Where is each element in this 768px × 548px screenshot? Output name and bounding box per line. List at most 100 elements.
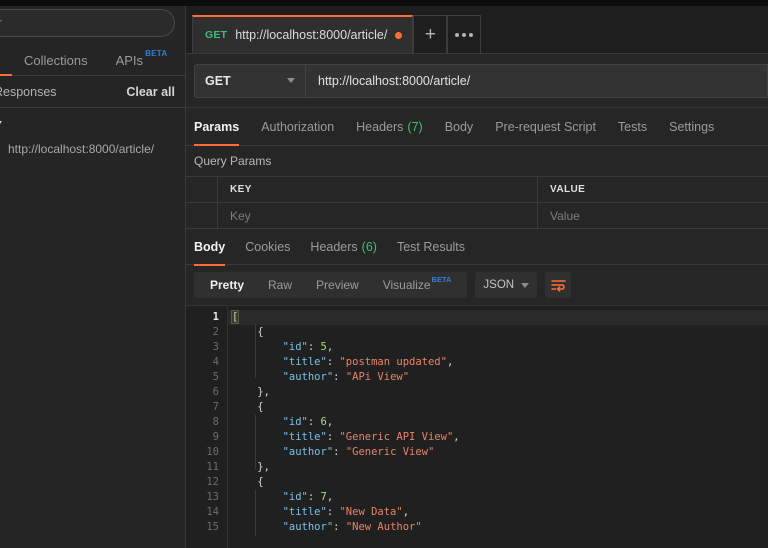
- code-token-punct: {: [232, 401, 264, 413]
- line-number: 5: [212, 371, 219, 383]
- tab-headers[interactable]: Headers (7): [356, 108, 423, 146]
- line-number: 8: [212, 416, 219, 428]
- param-value-input[interactable]: Value: [538, 203, 768, 228]
- code-line[interactable]: },: [228, 385, 768, 400]
- param-key-input[interactable]: Key: [218, 203, 538, 228]
- code-line[interactable]: "title": "Generic API View",: [228, 430, 768, 445]
- clear-all-button[interactable]: Clear all: [126, 85, 175, 99]
- main-panel: GET http://localhost:8000/article/ + GET…: [186, 0, 768, 548]
- http-method-value: GET: [205, 73, 231, 88]
- row-checkbox[interactable]: [186, 203, 218, 228]
- response-tab-test-results[interactable]: Test Results: [397, 228, 465, 266]
- query-params-table: KEY VALUE Key Value: [186, 176, 768, 229]
- code-token-str: "Generic API View": [339, 431, 454, 443]
- sidebar: r Collections APIs BETA Responses Clear …: [0, 0, 186, 548]
- body-view-pretty[interactable]: Pretty: [198, 278, 256, 292]
- code-token-punct: ,: [326, 491, 334, 503]
- indent-guide: [255, 415, 256, 469]
- line-number: 2: [212, 326, 219, 338]
- code-line[interactable]: {: [228, 400, 768, 415]
- code-line[interactable]: },: [228, 460, 768, 475]
- query-params-value-col-header: VALUE: [538, 177, 768, 202]
- param-key-placeholder: Key: [230, 208, 251, 223]
- response-tab-cookies[interactable]: Cookies: [245, 228, 290, 266]
- tab-headers-label: Headers: [356, 119, 404, 134]
- code-line[interactable]: "id": 6,: [228, 415, 768, 430]
- response-tab-headers[interactable]: Headers (6): [310, 228, 377, 266]
- search-input[interactable]: r: [0, 9, 175, 37]
- tab-more-options-button[interactable]: [447, 15, 482, 53]
- tab-pre-request-script-label: Pre-request Script: [495, 119, 596, 134]
- code-line[interactable]: "id": 5,: [228, 340, 768, 355]
- code-token-key: "id": [232, 416, 308, 428]
- table-row[interactable]: Key Value: [186, 202, 768, 228]
- code-line[interactable]: "title": "postman updated",: [228, 355, 768, 370]
- line-number-gutter: 1 2 3 4 5 6 7 8 9 10 11 12 13 14 15: [186, 306, 228, 548]
- chevron-down-icon: [521, 282, 530, 288]
- line-number: 9: [212, 431, 219, 443]
- saved-responses-label: Responses: [0, 84, 57, 99]
- tab-authorization[interactable]: Authorization: [261, 108, 334, 146]
- body-view-visualize-label: Visualize: [382, 278, 431, 292]
- code-token-punct: ,: [326, 341, 334, 353]
- code-token-key: "title": [232, 431, 327, 443]
- code-token-punct: :: [326, 431, 340, 443]
- sidebar-tab-apis[interactable]: APIs BETA: [115, 49, 168, 75]
- code-token-str: "Generic View": [345, 446, 435, 458]
- tab-params[interactable]: Params: [194, 108, 240, 146]
- new-tab-button[interactable]: +: [413, 15, 448, 53]
- tab-pre-request-script[interactable]: Pre-request Script: [495, 108, 596, 146]
- request-tab-method: GET: [205, 29, 228, 41]
- url-input[interactable]: http://localhost:8000/article/: [306, 63, 768, 98]
- line-number: 14: [206, 506, 219, 518]
- code-line[interactable]: "title": "New Data",: [228, 505, 768, 520]
- word-wrap-button[interactable]: [545, 272, 572, 298]
- request-tab[interactable]: GET http://localhost:8000/article/: [192, 15, 414, 53]
- code-line[interactable]: "id": 7,: [228, 490, 768, 505]
- line-number: 4: [212, 356, 219, 368]
- sidebar-subheader: Responses Clear all: [0, 76, 185, 108]
- postman-window: r Collections APIs BETA Responses Clear …: [0, 0, 768, 548]
- code-token-punct: ,: [446, 356, 454, 368]
- word-wrap-icon: [551, 279, 566, 292]
- search-input-value: r: [0, 15, 3, 30]
- body-view-raw[interactable]: Raw: [256, 278, 304, 292]
- history-list-item[interactable]: http://localhost:8000/article/: [0, 135, 185, 163]
- body-view-preview[interactable]: Preview: [304, 278, 371, 292]
- code-token-punct: {: [232, 476, 264, 488]
- code-line[interactable]: "author": "APi View": [228, 370, 768, 385]
- tab-body[interactable]: Body: [445, 108, 474, 146]
- code-line[interactable]: {: [228, 325, 768, 340]
- response-body-viewer[interactable]: 1 2 3 4 5 6 7 8 9 10 11 12 13 14 15 [ { "id": 5, "titl…: [186, 305, 768, 548]
- line-number: 7: [212, 401, 219, 413]
- body-view-visualize[interactable]: Visualize BETA: [371, 275, 464, 292]
- code-token-punct: :: [326, 506, 340, 518]
- beta-badge-apis: BETA: [145, 49, 168, 58]
- http-method-select[interactable]: GET: [194, 63, 306, 98]
- code-line[interactable]: {: [228, 475, 768, 490]
- sidebar-tab-history[interactable]: [0, 68, 12, 76]
- tab-settings[interactable]: Settings: [669, 108, 714, 146]
- beta-badge-visualize: BETA: [431, 275, 452, 284]
- code-token-str: "New Author": [345, 521, 422, 533]
- code-content[interactable]: [ { "id": 5, "title": "postman updated",…: [228, 306, 768, 548]
- code-line[interactable]: [: [228, 310, 768, 325]
- code-token-str: "APi View": [345, 371, 410, 383]
- sidebar-tab-collections[interactable]: Collections: [24, 53, 88, 75]
- response-tab-body[interactable]: Body: [194, 228, 226, 266]
- sidebar-tab-apis-label: APIs: [115, 53, 144, 68]
- code-line[interactable]: "author": "New Author": [228, 520, 768, 535]
- request-tab-url: http://localhost:8000/article/: [235, 28, 388, 42]
- code-token-key: "author": [232, 446, 334, 458]
- tab-params-label: Params: [194, 119, 240, 134]
- tab-headers-count: (7): [407, 119, 423, 134]
- body-view-segmented-control: Pretty Raw Preview Visualize BETA: [194, 272, 468, 298]
- code-token-punct: ,: [402, 506, 410, 518]
- code-line[interactable]: "author": "Generic View": [228, 445, 768, 460]
- body-view-preview-label: Preview: [316, 278, 359, 292]
- tab-tests[interactable]: Tests: [618, 108, 647, 146]
- body-format-select[interactable]: JSON: [475, 272, 538, 298]
- line-number: 6: [212, 386, 219, 398]
- body-format-value: JSON: [483, 279, 515, 291]
- request-section-tabs: Params Authorization Headers (7) Body Pr…: [186, 108, 768, 146]
